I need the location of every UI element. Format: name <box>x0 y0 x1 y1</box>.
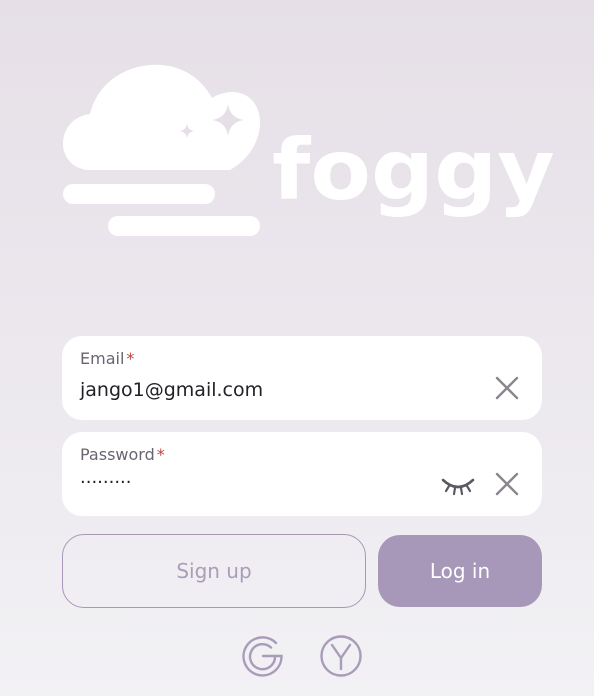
clear-password-icon[interactable] <box>494 471 520 497</box>
yandex-icon[interactable] <box>319 634 363 678</box>
show-password-eye-icon[interactable] <box>440 474 476 498</box>
email-input[interactable]: jango1@gmail.com <box>80 379 263 401</box>
password-required-mark: * <box>156 445 165 464</box>
log-in-button[interactable]: Log in <box>378 535 542 607</box>
email-required-mark: * <box>126 349 135 368</box>
email-field[interactable]: Email * jango1@gmail.com <box>62 336 542 420</box>
clear-email-icon[interactable] <box>494 375 520 401</box>
app-logo-text: foggy <box>272 121 555 219</box>
sign-up-button[interactable]: Sign up <box>62 534 366 608</box>
password-field[interactable]: Password * ········· <box>62 432 542 516</box>
password-label: Password * <box>80 445 165 464</box>
password-input[interactable]: ········· <box>80 472 132 493</box>
google-icon[interactable] <box>241 634 285 678</box>
email-label: Email * <box>80 349 135 368</box>
